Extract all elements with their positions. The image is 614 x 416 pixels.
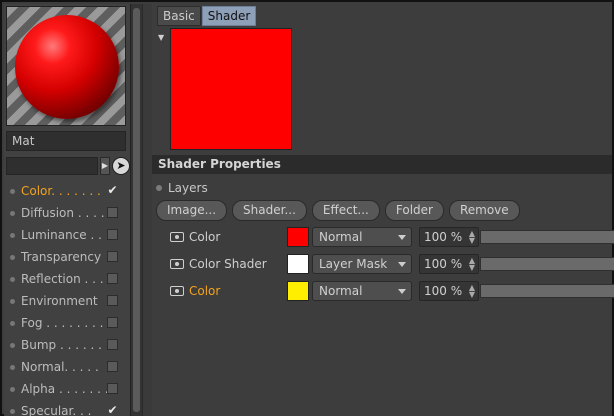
- pick-cursor-icon[interactable]: ➤: [112, 157, 130, 175]
- opacity-slider[interactable]: [480, 284, 614, 298]
- material-path-field[interactable]: [6, 157, 98, 175]
- scrollbar-thumb[interactable]: [133, 8, 140, 412]
- preview-sphere: [15, 15, 119, 119]
- channel-normal[interactable]: Normal. . . . .: [6, 356, 128, 378]
- channel-label: Environment: [21, 294, 98, 308]
- channel-checkbox[interactable]: [107, 251, 118, 262]
- folder-button[interactable]: Folder: [384, 200, 444, 221]
- material-name-field[interactable]: Mat: [6, 131, 126, 151]
- channel-checkbox[interactable]: [107, 207, 118, 218]
- channel-scrollbar[interactable]: [130, 4, 142, 416]
- channel-label: Specular. . .: [21, 404, 92, 416]
- layers-bullet-icon: [156, 185, 162, 191]
- image-button[interactable]: Image...: [156, 200, 228, 221]
- layer-name: Color Shader: [189, 257, 267, 271]
- channel-bullet-icon: [10, 298, 15, 304]
- channel-checkbox[interactable]: [107, 339, 118, 350]
- opacity-slider[interactable]: [480, 257, 614, 271]
- layer-name: Color: [189, 284, 221, 298]
- stepper-arrows-icon[interactable]: ▲ ▼: [469, 284, 475, 299]
- channel-bullet-icon: [10, 254, 15, 260]
- blend-mode-dropdown[interactable]: Layer Mask: [312, 254, 412, 274]
- channel-bullet-icon: [10, 210, 15, 216]
- tab-shader[interactable]: Shader: [201, 6, 257, 26]
- channel-checkbox[interactable]: [107, 229, 118, 240]
- channel-color[interactable]: Color. . . . . . . ✔: [6, 180, 128, 202]
- channel-label: Alpha . . . . . . .: [21, 382, 109, 396]
- visibility-eye-icon[interactable]: [170, 259, 184, 269]
- channel-bullet-icon: [10, 232, 15, 238]
- channel-label: Transparency: [21, 250, 102, 264]
- opacity-slider[interactable]: [480, 230, 614, 244]
- channel-reflection[interactable]: Reflection . . .: [6, 268, 128, 290]
- chevron-down-icon: [398, 235, 406, 240]
- visibility-eye-icon[interactable]: [170, 232, 184, 242]
- layer-color-swatch[interactable]: [287, 254, 309, 274]
- channel-label: Reflection . . .: [21, 272, 104, 286]
- chevron-down-icon: [398, 262, 406, 267]
- channel-checkbox[interactable]: [107, 317, 118, 328]
- attribute-panel: Basic Shader ▼ Shader Properties Layers …: [152, 4, 614, 416]
- channel-bullet-icon: [10, 276, 15, 282]
- channel-checkbox[interactable]: [107, 383, 118, 394]
- shader-button[interactable]: Shader...: [232, 200, 307, 221]
- channel-bullet-icon: [10, 320, 15, 326]
- expand-arrow-icon[interactable]: ▶: [100, 157, 110, 175]
- panel-splitter[interactable]: [142, 4, 152, 416]
- channel-label: Color. . . . . . .: [21, 184, 101, 198]
- layer-color-swatch[interactable]: [287, 227, 309, 247]
- layers-label-row: Layers: [156, 181, 208, 195]
- opacity-field[interactable]: 100 % ▲ ▼: [419, 281, 479, 301]
- section-header-shader-properties: Shader Properties: [152, 155, 612, 174]
- channel-bullet-icon: [10, 342, 15, 348]
- channel-bullet-icon: [10, 386, 15, 392]
- channel-label: Normal. . . . .: [21, 360, 99, 374]
- channel-label: Diffusion . . . .: [21, 206, 105, 220]
- material-preview: [6, 6, 126, 126]
- material-editor-window: Mat ▶ ➤ Color. . . . . . . ✔ Diffusion . …: [0, 0, 614, 416]
- channel-environment[interactable]: Environment: [6, 290, 128, 312]
- channel-checkbox[interactable]: ✔: [107, 184, 118, 196]
- channel-diffusion[interactable]: Diffusion . . . .: [6, 202, 128, 224]
- channel-specular[interactable]: Specular. . . ✔: [6, 400, 128, 416]
- channel-bullet-icon: [10, 364, 15, 370]
- channel-label: Bump . . . . . . . .: [21, 338, 118, 352]
- layer-color-swatch[interactable]: [287, 281, 309, 301]
- channel-label: Fog . . . . . . . . . .: [21, 316, 119, 330]
- channel-bullet-icon: [10, 188, 15, 194]
- channel-fog[interactable]: Fog . . . . . . . . . .: [6, 312, 128, 334]
- shader-color-swatch[interactable]: [170, 28, 292, 150]
- stepper-arrows-icon[interactable]: ▲ ▼: [469, 230, 475, 245]
- tab-basic[interactable]: Basic: [157, 6, 201, 26]
- channel-luminance[interactable]: Luminance . . .: [6, 224, 128, 246]
- chevron-down-icon: [398, 289, 406, 294]
- channel-checkbox[interactable]: [107, 273, 118, 284]
- layer-name: Color: [189, 230, 221, 244]
- blend-mode-dropdown[interactable]: Normal: [312, 281, 412, 301]
- effect-button[interactable]: Effect...: [311, 200, 380, 221]
- remove-button[interactable]: Remove: [448, 200, 520, 221]
- layer-row[interactable]: Color Normal 100 % ▲ ▼: [170, 226, 614, 248]
- layer-row[interactable]: Color Shader Layer Mask 100 % ▲ ▼: [170, 253, 614, 275]
- layers-label: Layers: [168, 181, 208, 195]
- tab-bar: Basic Shader: [157, 6, 257, 26]
- channel-panel: Mat ▶ ➤ Color. . . . . . . ✔ Diffusion . …: [4, 4, 130, 416]
- layer-button-row: Image... Shader... Effect... Folder Remo…: [156, 200, 525, 221]
- stepper-arrows-icon[interactable]: ▲ ▼: [469, 257, 475, 272]
- channel-checkbox[interactable]: [107, 295, 118, 306]
- collapse-triangle-icon[interactable]: ▼: [158, 33, 164, 42]
- visibility-eye-icon[interactable]: [170, 286, 184, 296]
- channel-transparency[interactable]: Transparency: [6, 246, 128, 268]
- layer-row[interactable]: Color Normal 100 % ▲ ▼: [170, 280, 614, 302]
- channel-bump[interactable]: Bump . . . . . . . .: [6, 334, 128, 356]
- channel-list: Color. . . . . . . ✔ Diffusion . . . . Lu…: [6, 180, 128, 416]
- channel-alpha[interactable]: Alpha . . . . . . .: [6, 378, 128, 400]
- blend-mode-dropdown[interactable]: Normal: [312, 227, 412, 247]
- opacity-field[interactable]: 100 % ▲ ▼: [419, 227, 479, 247]
- channel-checkbox[interactable]: ✔: [107, 404, 118, 416]
- channel-bullet-icon: [10, 408, 15, 414]
- opacity-field[interactable]: 100 % ▲ ▼: [419, 254, 479, 274]
- channel-label: Luminance . . .: [21, 228, 110, 242]
- channel-checkbox[interactable]: [107, 361, 118, 372]
